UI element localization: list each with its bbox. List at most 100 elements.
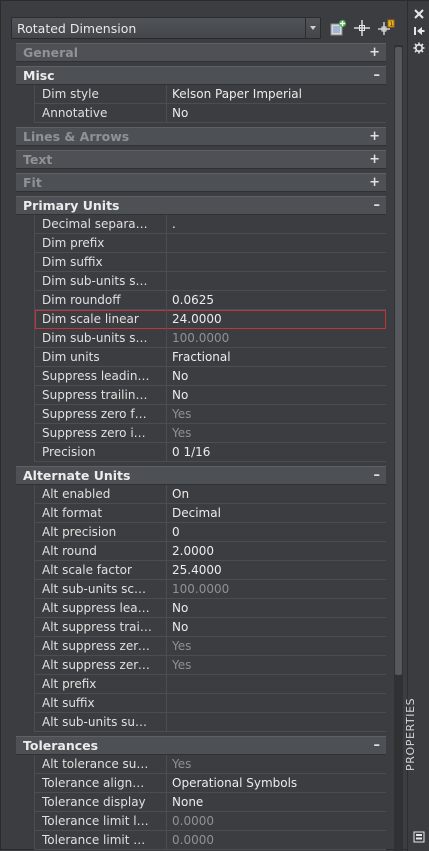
column-divider [166, 272, 167, 291]
section-header-alternate-units[interactable]: Alternate Units – [16, 466, 386, 485]
property-row[interactable]: Suppress leading... No [35, 367, 386, 386]
property-value[interactable]: 25.4000 [172, 563, 222, 577]
collapse-icon[interactable]: – [374, 738, 381, 753]
property-value[interactable]: 24.0000 [172, 312, 222, 326]
property-row[interactable]: Dim prefix [35, 234, 386, 253]
property-row[interactable]: Decimal separator. [35, 215, 386, 234]
property-row[interactable]: Alt sub-units suffix [35, 713, 386, 732]
property-row[interactable]: Alt round 2.0000 [35, 542, 386, 561]
property-value[interactable]: No [172, 620, 188, 634]
object-type-label: Rotated Dimension [17, 21, 137, 36]
property-value[interactable]: No [172, 388, 188, 402]
property-value[interactable]: Kelson Paper Imperial [172, 87, 302, 101]
column-divider [166, 367, 167, 386]
section-title: Fit [23, 175, 42, 190]
section-title: Text [23, 152, 53, 167]
property-name: Alt sub-units scale [42, 582, 152, 596]
section-title: Tolerances [23, 738, 99, 753]
property-name: Dim sub-units scale [42, 331, 152, 345]
property-row[interactable]: Alt sub-units scale 100.0000 [35, 580, 386, 599]
property-row[interactable]: Suppress zero inc... Yes [35, 424, 386, 443]
column-divider [166, 561, 167, 580]
property-value: 0.0000 [172, 833, 214, 847]
select-objects-icon[interactable] [353, 19, 371, 37]
column-divider [166, 405, 167, 424]
property-row[interactable]: Alt format Decimal [35, 504, 386, 523]
property-row[interactable]: Annotative No [35, 104, 386, 123]
property-row[interactable]: Dim suffix [35, 253, 386, 272]
property-row[interactable]: Suppress zero feet Yes [35, 405, 386, 424]
property-name: Alt suppress zero... [42, 658, 152, 672]
property-value[interactable]: Fractional [172, 350, 231, 364]
column-divider [166, 504, 167, 523]
column-divider [166, 291, 167, 310]
section-header-tolerances[interactable]: Tolerances – [16, 736, 386, 755]
property-row[interactable]: Alt suffix [35, 694, 386, 713]
property-value[interactable]: 2.0000 [172, 544, 214, 558]
property-name: Dim scale linear [42, 312, 139, 326]
property-row[interactable]: Dim units Fractional [35, 348, 386, 367]
expand-icon[interactable]: + [369, 175, 380, 190]
property-row[interactable]: Alt suppress zero... Yes [35, 637, 386, 656]
property-row[interactable]: Suppress trailing... No [35, 386, 386, 405]
object-type-dropdown[interactable]: Rotated Dimension [11, 17, 321, 39]
property-row[interactable]: Tolerance limit lo... 0.0000 [35, 812, 386, 831]
property-row[interactable]: Alt suppress zero... Yes [35, 656, 386, 675]
property-row[interactable]: Alt tolerance sup... Yes [35, 755, 386, 774]
property-value[interactable]: 0 1/16 [172, 445, 210, 459]
property-value[interactable]: . [172, 217, 176, 231]
property-row[interactable]: Alt prefix [35, 675, 386, 694]
scrollbar-thumb[interactable] [395, 47, 402, 675]
toggle-pickadd-icon[interactable]: 1 [377, 19, 395, 37]
section-header-text[interactable]: Text + [16, 150, 386, 169]
property-row[interactable]: Dim style Kelson Paper Imperial [35, 85, 386, 104]
column-divider [166, 656, 167, 675]
property-row[interactable]: Tolerance alignm... Operational Symbols [35, 774, 386, 793]
column-divider [166, 542, 167, 561]
property-row[interactable]: Alt enabled On [35, 485, 386, 504]
property-row[interactable]: Dim roundoff 0.0625 [35, 291, 386, 310]
section-header-general[interactable]: General + [16, 43, 386, 62]
property-row[interactable]: Dim scale linear 24.0000 [35, 310, 386, 329]
quick-select-icon[interactable] [329, 19, 347, 37]
close-icon[interactable] [413, 8, 425, 20]
property-row[interactable]: Alt suppress traili... No [35, 618, 386, 637]
property-row[interactable]: Alt suppress leadi... No [35, 599, 386, 618]
column-divider [166, 485, 167, 504]
property-value[interactable]: None [172, 795, 203, 809]
expand-icon[interactable]: + [369, 152, 380, 167]
property-row[interactable]: Dim sub-units scale 100.0000 [35, 329, 386, 348]
property-name: Precision [42, 445, 96, 459]
property-value[interactable]: 0 [172, 525, 180, 539]
section-header-fit[interactable]: Fit + [16, 173, 386, 192]
property-value[interactable]: No [172, 106, 188, 120]
settings-icon[interactable] [413, 42, 425, 54]
property-value[interactable]: No [172, 601, 188, 615]
property-value[interactable]: On [172, 487, 189, 501]
section-header-primary-units[interactable]: Primary Units – [16, 196, 386, 215]
property-value: 100.0000 [172, 331, 230, 345]
property-row[interactable]: Dim sub-units suf... [35, 272, 386, 291]
chevron-down-icon[interactable] [305, 18, 320, 38]
property-row[interactable]: Tolerance limit up... 0.0000 [35, 831, 386, 850]
property-value[interactable]: Operational Symbols [172, 776, 297, 790]
property-value[interactable]: Decimal [172, 506, 221, 520]
property-value[interactable]: 0.0625 [172, 293, 214, 307]
expand-icon[interactable]: + [369, 129, 380, 144]
section-header-lines-arrows[interactable]: Lines & Arrows + [16, 127, 386, 146]
property-name: Alt suppress leadi... [42, 601, 152, 615]
section-header-misc[interactable]: Misc – [16, 66, 386, 85]
property-row[interactable]: Precision 0 1/16 [35, 443, 386, 462]
palette-menu-icon[interactable] [413, 831, 425, 843]
expand-icon[interactable]: + [369, 45, 380, 60]
property-value: Yes [172, 639, 192, 653]
property-row[interactable]: Alt scale factor 25.4000 [35, 561, 386, 580]
property-value[interactable]: No [172, 369, 188, 383]
auto-hide-icon[interactable] [413, 25, 425, 37]
collapse-icon[interactable]: – [374, 198, 381, 213]
property-name: Alt sub-units suffix [42, 715, 152, 729]
collapse-icon[interactable]: – [374, 68, 381, 83]
collapse-icon[interactable]: – [374, 468, 381, 483]
property-row[interactable]: Tolerance display None [35, 793, 386, 812]
property-row[interactable]: Alt precision 0 [35, 523, 386, 542]
